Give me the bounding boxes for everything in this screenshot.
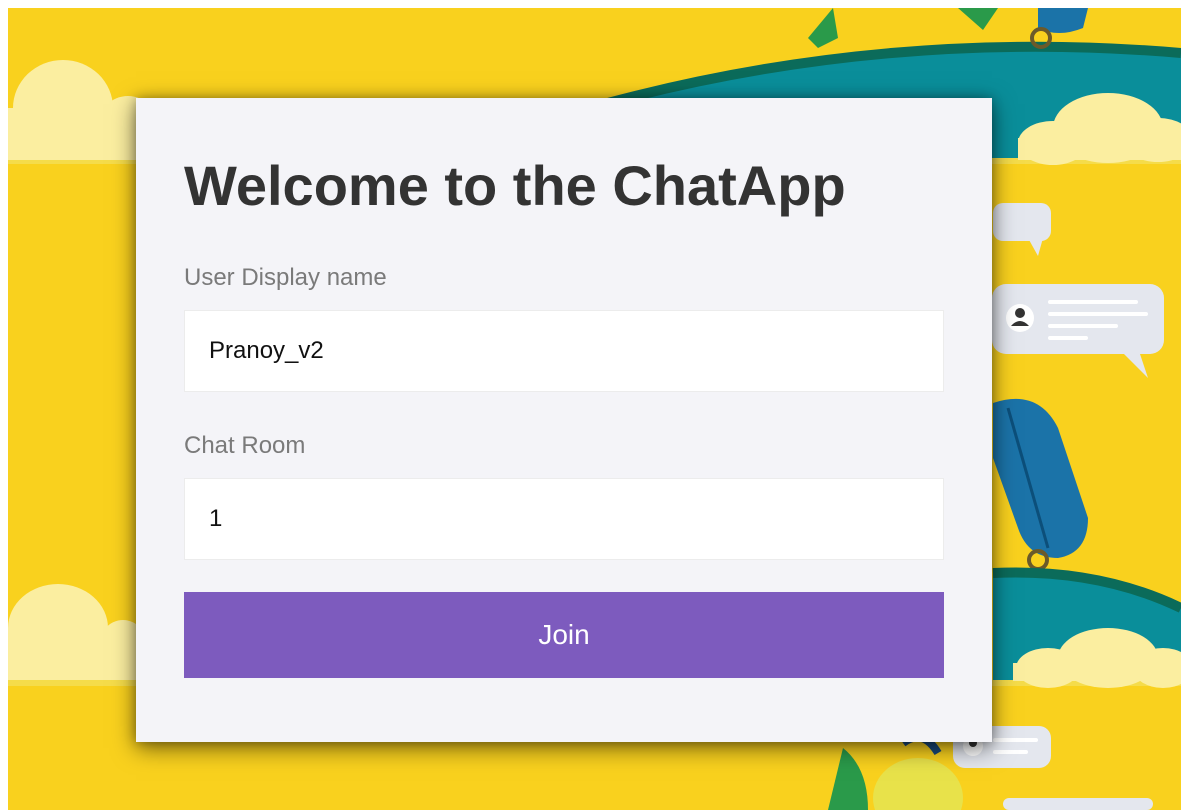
chat-bubble-avatar: [992, 284, 1164, 378]
blue-seat: [993, 398, 1088, 571]
page-title: Welcome to the ChatApp: [184, 154, 846, 217]
chat-bubble-edge: [1003, 798, 1153, 810]
join-button[interactable]: Join: [184, 592, 944, 678]
person-figure-bottom: [828, 733, 963, 810]
chat-room-label: Chat Room: [184, 432, 306, 459]
display-name-label: User Display name: [184, 264, 387, 291]
cloud-bottom-left: [8, 584, 148, 680]
chat-bubble-small: [993, 203, 1051, 256]
chat-room-value: 1: [209, 505, 223, 532]
display-name-value: Pranoy_v2: [209, 337, 324, 364]
app-viewport: Welcome to the ChatApp User Display name…: [8, 8, 1181, 810]
display-name-input[interactable]: Pranoy_v2: [184, 310, 944, 392]
swing-bottom-right: [992, 567, 1181, 688]
chat-room-input[interactable]: 1: [184, 478, 944, 560]
login-card: Welcome to the ChatApp User Display name…: [136, 98, 992, 742]
